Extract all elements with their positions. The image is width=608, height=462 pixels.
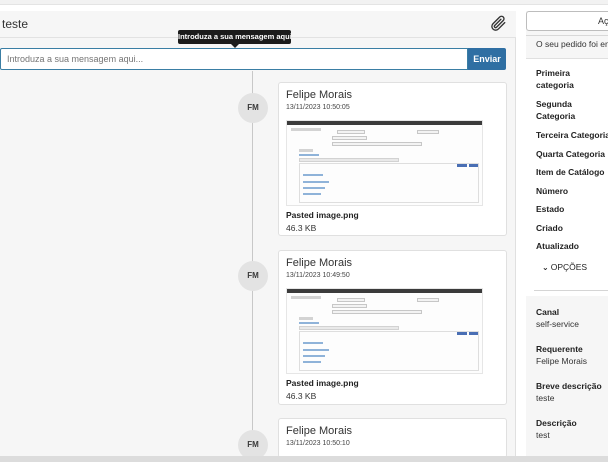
detail-label: Quarta Categoria [536, 149, 605, 159]
detail-label: Estado [536, 204, 565, 214]
activity-card: Felipe Morais 13/11/2023 10:50:05 Pasted… [278, 82, 507, 236]
ticket-page: teste Introduza a sua mensagem aqui... E… [0, 0, 608, 462]
info-value: Felipe Morais [536, 356, 588, 366]
request-details: Primeira categoria Segunda Categoria Ter… [526, 58, 608, 296]
chevron-down-icon: ⌄ [542, 263, 549, 272]
info-value: teste [536, 393, 555, 403]
avatar: FM [238, 261, 268, 291]
sidebar-separator [534, 290, 608, 291]
detail-label: Criado [536, 223, 563, 233]
thumb-field [337, 130, 365, 134]
info-value: self-service [536, 319, 579, 329]
actions-button[interactable]: Açõ [526, 11, 608, 31]
detail-label: Atualizado [536, 241, 579, 251]
timestamp: 13/11/2023 10:50:10 [286, 440, 350, 447]
thumb-field [332, 142, 422, 146]
thumb-link [303, 349, 329, 351]
timestamp: 13/11/2023 10:50:05 [286, 104, 350, 111]
attachment-filename[interactable]: Pasted image.png [286, 378, 359, 388]
thumb-line [291, 128, 321, 131]
thumb-field [417, 130, 439, 134]
horizontal-scrollbar[interactable] [0, 456, 608, 462]
thumb-link [299, 154, 319, 156]
avatar: FM [238, 93, 268, 123]
info-label: Breve descrição [536, 381, 602, 391]
thumb-tabs [299, 158, 399, 162]
author-name: Felipe Morais [286, 257, 353, 269]
options-toggle[interactable]: ⌄ OPÇÕES [542, 262, 587, 272]
thumb-link [303, 342, 323, 344]
send-button[interactable]: Enviar [468, 48, 506, 70]
paperclip-icon[interactable] [489, 14, 507, 32]
detail-label: Segunda Categoria [536, 99, 576, 121]
detail-label: Número [536, 186, 569, 196]
submitted-message: O seu pedido foi env [536, 39, 608, 49]
info-label: Descrição [536, 418, 577, 428]
attachment-filesize: 46.3 KB [286, 391, 317, 401]
request-sidebar: Açõ O seu pedido foi env Primeira catego… [526, 11, 608, 462]
thumb-topbar [287, 289, 482, 293]
thumb-link [303, 355, 325, 357]
attachment-filesize: 46.3 KB [286, 223, 317, 233]
attachment-filename[interactable]: Pasted image.png [286, 210, 359, 220]
attachment-thumbnail[interactable] [286, 120, 483, 206]
info-label: Canal [536, 307, 560, 317]
ticket-title: teste [2, 17, 29, 31]
message-input[interactable] [0, 48, 468, 70]
activity-card: Felipe Morais 13/11/2023 10:50:10 [278, 418, 507, 458]
thumb-grid [299, 163, 479, 203]
author-name: Felipe Morais [286, 425, 353, 437]
thumb-link [303, 174, 323, 176]
thumb-grid [299, 331, 479, 371]
options-label: OPÇÕES [550, 262, 588, 272]
thumb-field [417, 298, 439, 302]
thumb-line [299, 149, 313, 152]
thumb-field [337, 298, 365, 302]
thumb-link [303, 181, 329, 183]
attachment-thumbnail[interactable] [286, 288, 483, 374]
thumb-field [332, 304, 367, 308]
thumb-field [332, 310, 422, 314]
top-strip [0, 0, 608, 5]
timestamp: 13/11/2023 10:49:50 [286, 272, 350, 279]
info-label: Requerente [536, 344, 583, 354]
detail-label: Primeira categoria [536, 68, 574, 90]
sidebar-divider [526, 35, 608, 36]
author-name: Felipe Morais [286, 89, 353, 101]
detail-label: Terceira Categoria [536, 130, 608, 140]
info-value: test [536, 430, 550, 440]
thumb-link [299, 322, 319, 324]
thumb-field [332, 136, 367, 140]
activity-card: Felipe Morais 13/11/2023 10:49:50 Pasted… [278, 250, 507, 405]
thumb-line [299, 317, 313, 320]
thumb-tabs [299, 326, 399, 330]
thumb-link [303, 187, 325, 189]
input-tooltip: Introduza a sua mensagem aqui... [178, 30, 291, 44]
detail-label: Item de Catálogo [536, 167, 605, 177]
thumb-line [291, 296, 321, 299]
thumb-topbar [287, 121, 482, 125]
thumb-link [303, 361, 321, 363]
thumb-link [303, 193, 321, 195]
